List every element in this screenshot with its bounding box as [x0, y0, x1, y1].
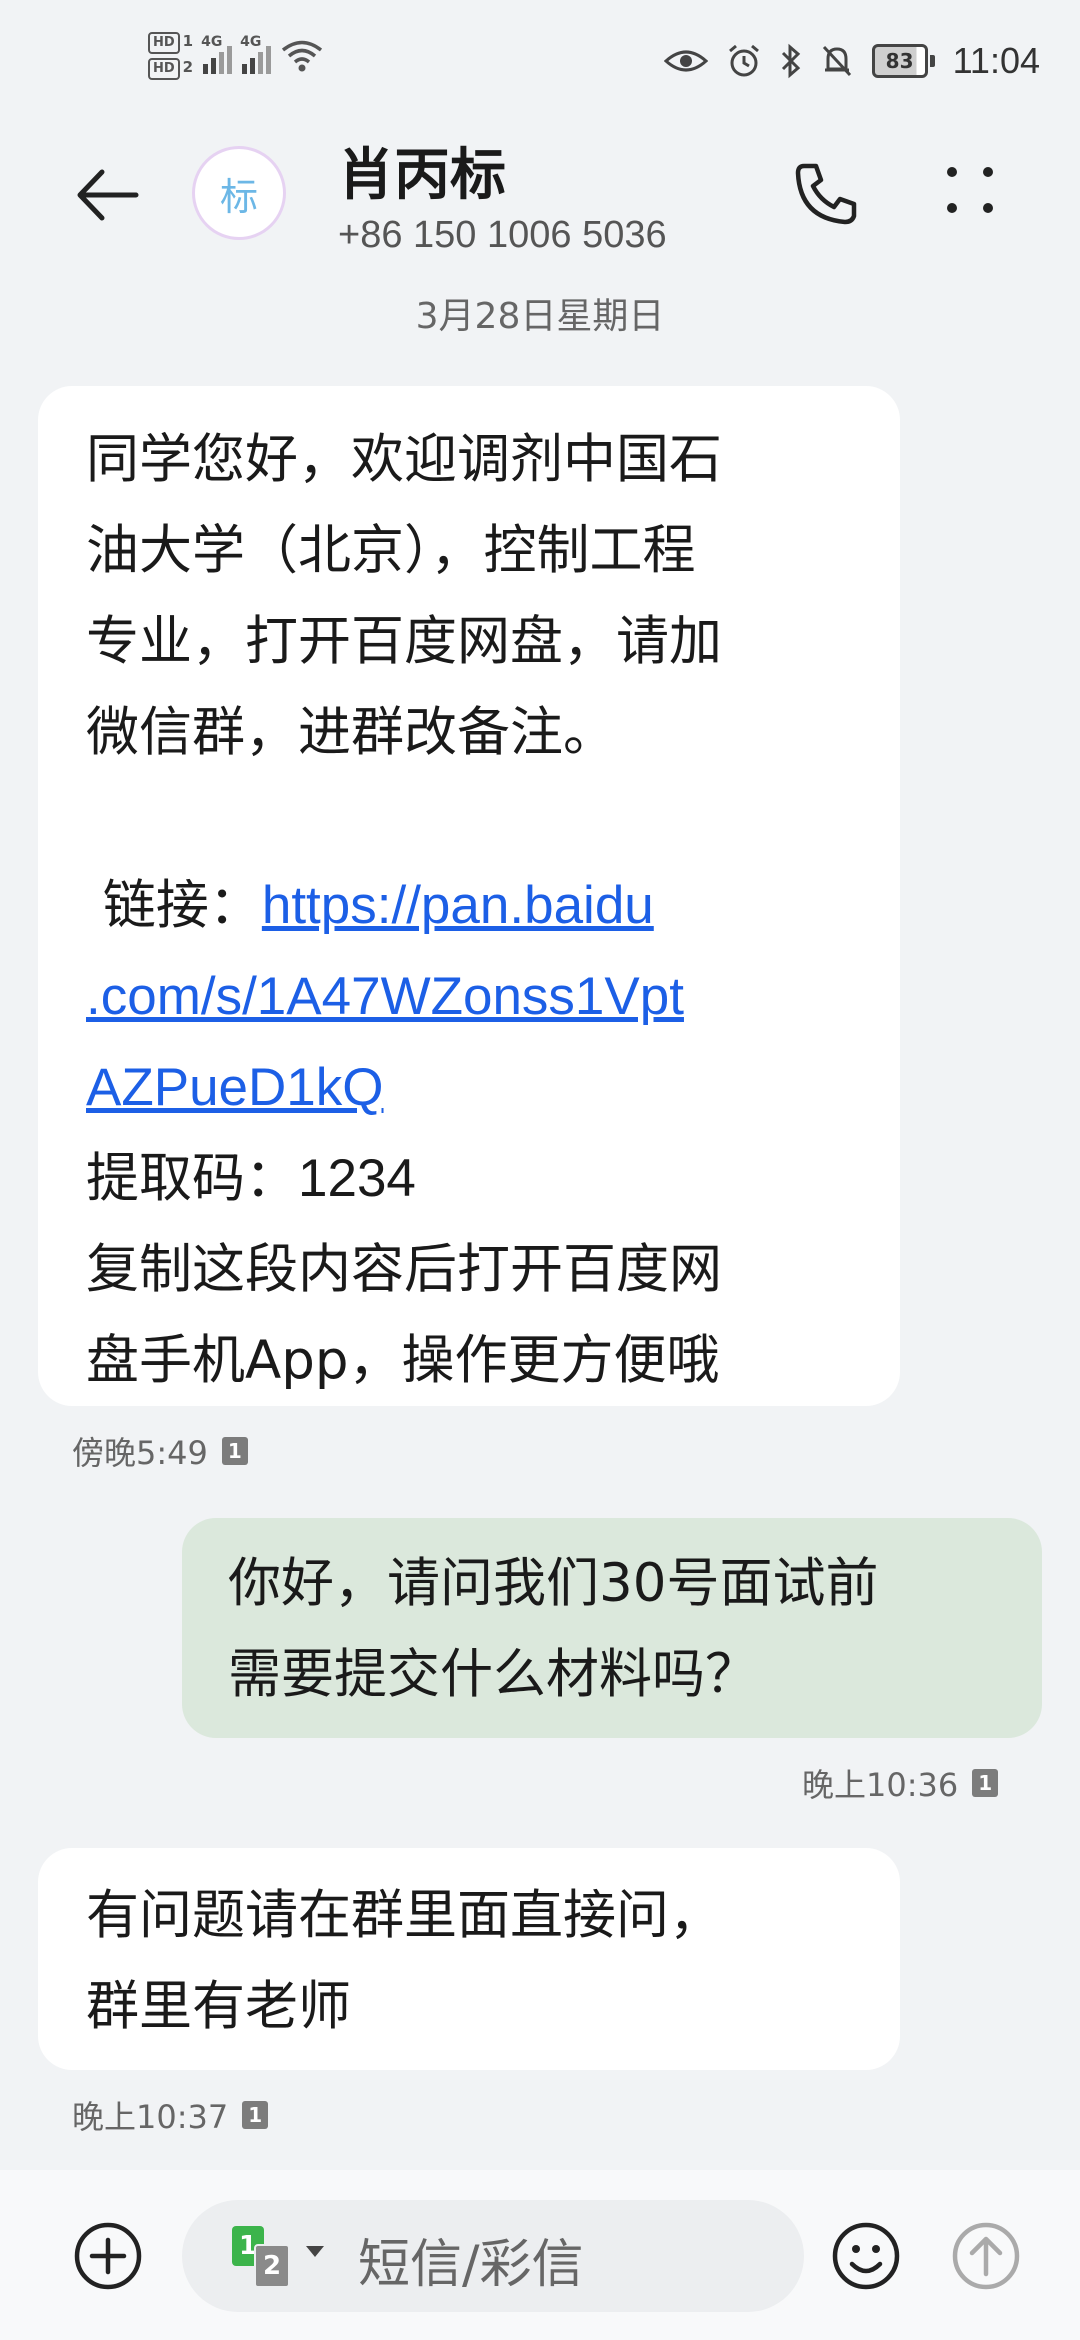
message-text-line: 盘手机App，操作更方便哦 — [86, 1330, 720, 1391]
baidu-pan-link[interactable]: https://pan.baidu — [262, 876, 654, 935]
eye-comfort-icon — [663, 50, 708, 72]
battery-icon: 83 — [871, 44, 935, 78]
message-bubble-incoming[interactable]: 同学您好，欢迎调剂中国石 油大学（北京），控制工程 专业，打开百度网盘，请加 微… — [38, 386, 900, 1406]
add-attachment-icon[interactable] — [72, 2220, 144, 2292]
message-text-line: 专业，打开百度网盘，请加 — [86, 611, 722, 672]
send-icon[interactable] — [950, 2220, 1022, 2292]
message-text-line: 微信群，进群改备注。 — [86, 702, 616, 763]
more-options-icon[interactable] — [940, 160, 1000, 220]
contact-name: 肖丙标 — [338, 143, 506, 208]
message-text-line: 群里有老师 — [86, 1976, 351, 2037]
message-input-placeholder: 短信/彩信 — [358, 2235, 584, 2295]
message-time: 傍晚5:49 — [72, 1434, 208, 1472]
message-time: 晚上10:37 — [72, 2098, 229, 2136]
conversation-date: 3月28日星期日 — [415, 296, 665, 337]
message-text-line: 需要提交什么材料吗？ — [228, 1644, 758, 1705]
baidu-pan-link[interactable]: .com/s/1A47WZonss1Vpt — [86, 951, 852, 1042]
mute-bell-icon — [822, 45, 851, 77]
back-arrow-icon[interactable] — [72, 160, 142, 230]
hd-indicators: HD 1 HD 2 — [148, 32, 193, 80]
sim-card-icon: 1 — [221, 1437, 248, 1465]
message-text-line: 有问题请在群里面直接问， — [86, 1885, 722, 1946]
status-time: 11:04 — [952, 40, 1040, 81]
hd-sim1: HD 1 — [148, 32, 193, 54]
baidu-pan-link[interactable]: AZPueD1kQ — [86, 1042, 852, 1133]
link-label: 链接： — [86, 875, 262, 936]
avatar-initial: 标 — [219, 174, 258, 219]
extraction-code-line: 提取码：1234 — [86, 1133, 852, 1224]
message-meta: 晚上10:36 1 — [802, 1760, 999, 1806]
message-bubble-incoming[interactable]: 有问题请在群里面直接问， 群里有老师 — [38, 1848, 900, 2070]
message-text-line: 复制这段内容后打开百度网 — [86, 1239, 722, 1300]
wifi-icon — [282, 40, 323, 72]
battery-level: 83 — [871, 44, 928, 78]
message-text-line: 同学您好，欢迎调剂中国石 — [86, 429, 722, 490]
chevron-down-icon — [306, 2246, 324, 2257]
status-left: HD 1 HD 2 4G 4G — [148, 32, 323, 80]
sim2-icon: 2 — [254, 2244, 290, 2288]
emoji-icon[interactable] — [830, 2220, 902, 2292]
status-right: 83 11:04 — [663, 40, 1040, 82]
bluetooth-icon — [781, 43, 800, 79]
sim-selector[interactable]: 1 2 — [232, 2226, 324, 2288]
signal-icon-sim2: 4G — [240, 34, 272, 74]
alarm-icon — [728, 44, 759, 77]
message-bubble-outgoing[interactable]: 你好，请问我们30号面试前 需要提交什么材料吗？ — [182, 1518, 1042, 1738]
message-time: 晚上10:36 — [802, 1766, 959, 1804]
hd-sim2: HD 2 — [148, 58, 193, 80]
message-link-line: 链接：https://pan.baidu — [86, 860, 852, 951]
status-bar: HD 1 HD 2 4G 4G 83 11:04 — [0, 0, 1080, 130]
phone-call-icon[interactable] — [790, 158, 862, 230]
message-text-line: 油大学（北京），控制工程 — [86, 520, 696, 581]
avatar[interactable]: 标 — [192, 146, 286, 240]
code-label: 提取码： — [86, 1148, 298, 1209]
message-meta: 晚上10:37 1 — [72, 2092, 269, 2138]
contact-number: +86 150 1006 5036 — [338, 214, 667, 256]
message-meta: 傍晚5:49 1 — [72, 1428, 248, 1474]
extraction-code: 1234 — [298, 1149, 416, 1208]
sim-card-icon: 1 — [972, 1769, 999, 1797]
message-text-line: 你好，请问我们30号面试前 — [228, 1553, 879, 1614]
signal-icon-sim1: 4G — [201, 34, 233, 74]
sim-card-icon: 1 — [242, 2101, 269, 2129]
